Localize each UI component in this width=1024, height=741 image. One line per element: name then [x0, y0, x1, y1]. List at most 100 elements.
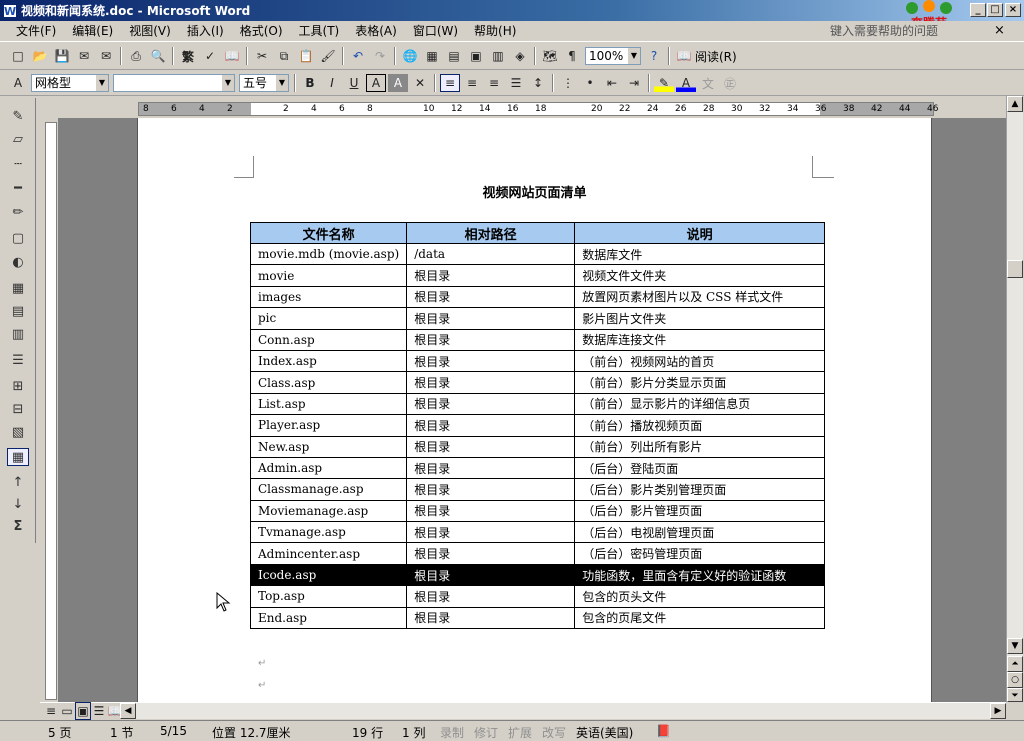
drawing-icon[interactable]: ◈ [510, 47, 530, 65]
bold-icon[interactable]: B [300, 74, 320, 92]
cell-path[interactable]: 根目录 [406, 456, 576, 480]
cell-description[interactable]: 数据库文件 [574, 242, 826, 266]
shading-color-icon[interactable]: ◐ [7, 254, 29, 272]
cell-path[interactable]: 根目录 [406, 542, 576, 565]
insert-table-icon[interactable]: ▦ [7, 280, 29, 298]
cell-description[interactable]: 影片图片文件夹 [574, 307, 826, 330]
help-question-input[interactable]: 键入需要帮助的问题 [830, 23, 1000, 39]
new-document-icon[interactable]: □ [8, 47, 28, 65]
cell-filename[interactable]: Class.asp [249, 371, 408, 394]
cell-filename[interactable]: Admincenter.asp [249, 542, 408, 565]
print-view-icon[interactable]: ▣ [75, 702, 91, 720]
merge-cells-icon[interactable]: ▤ [7, 303, 29, 321]
read-mode-icon[interactable]: 📖 [674, 47, 694, 65]
cell-filename[interactable]: List.asp [249, 392, 408, 416]
menu-edit[interactable]: 编辑(E) [64, 21, 121, 42]
cell-description[interactable]: 放置网页素材图片以及 CSS 样式文件 [574, 285, 826, 309]
cell-path[interactable]: /data [406, 242, 576, 266]
web-view-icon[interactable]: ▭ [59, 702, 75, 720]
increase-indent-icon[interactable]: ⇥ [624, 74, 644, 92]
bullets-icon[interactable]: • [580, 74, 600, 92]
menu-file[interactable]: 文件(F) [8, 21, 64, 42]
help-icon[interactable]: ? [644, 47, 664, 65]
table-row[interactable]: images 根目录 放置网页素材图片以及 CSS 样式文件 [249, 285, 826, 309]
table-row[interactable]: movie 根目录 视频文件文件夹 [249, 264, 826, 287]
cell-filename[interactable]: Conn.asp [249, 328, 408, 351]
paste-icon[interactable]: 📋 [296, 47, 316, 65]
sort-descending-icon[interactable]: ↓ [7, 496, 29, 514]
show-gridlines-icon[interactable]: ▦ [7, 448, 29, 466]
cell-description[interactable]: 包含的页头文件 [574, 585, 826, 608]
vertical-scrollbar[interactable]: ▲ ▼ ⏶ ○ ⏷ [1006, 96, 1023, 702]
browse-object-button[interactable]: ○ [1007, 672, 1023, 688]
document-map-icon[interactable]: 🗺 [540, 47, 560, 65]
cell-description[interactable]: （前台）显示影片的详细信息页 [574, 392, 826, 416]
table-row[interactable]: Conn.asp 根目录 数据库连接文件 [249, 328, 826, 351]
cell-filename[interactable]: Classmanage.asp [249, 478, 408, 501]
sort-ascending-icon[interactable]: ↑ [7, 474, 29, 492]
columns-icon[interactable]: ▥ [488, 47, 508, 65]
cell-filename[interactable]: End.asp [249, 606, 408, 630]
show-hide-icon[interactable]: ¶ [562, 47, 582, 65]
cell-description[interactable]: （后台）影片类别管理页面 [574, 478, 826, 501]
tables-borders-icon[interactable]: ▦ [422, 47, 442, 65]
open-icon[interactable]: 📂 [30, 47, 50, 65]
chevron-down-icon[interactable]: ▼ [96, 75, 108, 91]
cell-description[interactable]: （前台）视频网站的首页 [574, 349, 826, 373]
menu-insert[interactable]: 插入(I) [179, 21, 232, 42]
distribute-rows-icon[interactable]: ⊞ [7, 378, 29, 396]
font-select[interactable]: ▼ [113, 74, 235, 92]
permission-icon[interactable]: ✉ [74, 47, 94, 65]
insert-table-icon[interactable]: ▤ [444, 47, 464, 65]
previous-page-button[interactable]: ⏶ [1007, 656, 1023, 672]
close-button[interactable]: × [1005, 3, 1021, 17]
menu-format[interactable]: 格式(O) [232, 21, 291, 42]
table-row[interactable]: pic 根目录 影片图片文件夹 [249, 307, 826, 330]
scroll-thumb[interactable] [1007, 260, 1023, 278]
menu-window[interactable]: 窗口(W) [405, 21, 466, 42]
cell-path[interactable]: 根目录 [406, 371, 576, 394]
align-justify-icon[interactable]: ≡ [440, 74, 460, 92]
numbering-icon[interactable]: ⋮ [558, 74, 578, 92]
cell-description[interactable]: 视频文件文件夹 [574, 264, 826, 287]
copy-icon[interactable]: ⧉ [274, 47, 294, 65]
align-cell-icon[interactable]: ☰ [7, 352, 29, 370]
read-mode-button[interactable]: 阅读(R) [695, 48, 737, 65]
distribute-columns-icon[interactable]: ⊟ [7, 401, 29, 419]
minimize-button[interactable]: _ [970, 3, 986, 17]
cell-path[interactable]: 根目录 [406, 349, 576, 373]
line-spacing-icon[interactable]: ↕ [528, 74, 548, 92]
decrease-indent-icon[interactable]: ⇤ [602, 74, 622, 92]
cell-path[interactable]: 根目录 [406, 285, 576, 309]
table-row[interactable]: Admin.asp 根目录 （后台）登陆页面 [249, 456, 826, 480]
status-overtype[interactable]: 改写 [542, 724, 566, 741]
autosum-icon[interactable]: Σ [7, 518, 29, 536]
menu-help[interactable]: 帮助(H) [466, 21, 524, 42]
file-list-table[interactable]: 文件名称 相对路径 说明 movie.mdb (movie.asp)/data 数… [249, 222, 826, 630]
save-icon[interactable]: 💾 [52, 47, 72, 65]
draw-table-icon[interactable]: ✎ [7, 108, 29, 126]
cell-filename[interactable]: pic [249, 307, 408, 330]
print-icon[interactable]: ⎙ [126, 47, 146, 65]
cell-filename[interactable]: Tvmanage.asp [249, 521, 408, 544]
zoom-select[interactable]: 100% ▼ [585, 47, 641, 65]
italic-icon[interactable]: I [322, 74, 342, 92]
style-select[interactable]: 网格型 ▼ [31, 74, 109, 92]
cell-path[interactable]: 根目录 [406, 307, 576, 330]
cell-filename[interactable]: images [249, 285, 408, 309]
status-extend[interactable]: 扩展 [508, 724, 532, 741]
normal-view-icon[interactable]: ≡ [43, 702, 59, 720]
format-painter-icon[interactable]: 🖌 [318, 47, 338, 65]
table-row[interactable]: Admincenter.asp 根目录 （后台）密码管理页面 [249, 542, 826, 565]
cut-icon[interactable]: ✂ [252, 47, 272, 65]
cell-path[interactable]: 根目录 [406, 264, 576, 287]
cell-path[interactable]: 根目录 [406, 328, 576, 351]
outline-view-icon[interactable]: ☰ [91, 702, 107, 720]
cell-description[interactable]: （前台）影片分类显示页面 [574, 371, 826, 394]
spelling-icon[interactable]: ✓ [200, 47, 220, 65]
cell-description[interactable]: 数据库连接文件 [574, 328, 826, 351]
table-row[interactable]: Moviemanage.asp 根目录 （后台）影片管理页面 [249, 499, 826, 523]
align-center-icon[interactable]: ≡ [462, 74, 482, 92]
status-track-changes[interactable]: 修订 [474, 724, 498, 741]
char-border-icon[interactable]: A [366, 74, 386, 92]
